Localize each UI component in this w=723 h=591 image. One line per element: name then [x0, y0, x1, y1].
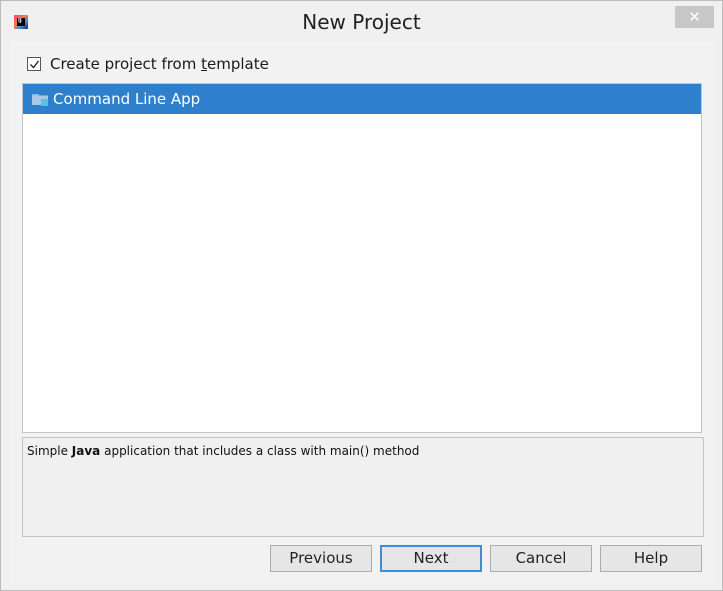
new-project-dialog: IJ New Project ✕ Create project from tem…	[0, 0, 723, 591]
checkmark-icon	[30, 60, 40, 69]
list-item-label: Command Line App	[53, 90, 201, 108]
next-button[interactable]: Next	[380, 545, 482, 572]
list-item-command-line-app[interactable]: Command Line App	[23, 84, 701, 114]
template-description: Simple Java application that includes a …	[22, 437, 704, 537]
cancel-button[interactable]: Cancel	[490, 545, 592, 572]
previous-button[interactable]: Previous	[270, 545, 372, 572]
title-bar: IJ New Project ✕	[1, 1, 722, 41]
close-button[interactable]: ✕	[675, 6, 714, 28]
create-from-template-checkbox[interactable]	[27, 57, 41, 71]
dialog-title: New Project	[302, 10, 421, 34]
dialog-content: Create project from template Command Lin…	[9, 41, 714, 584]
folder-icon	[31, 91, 49, 107]
help-button[interactable]: Help	[600, 545, 702, 572]
create-from-template-option[interactable]: Create project from template	[27, 54, 269, 74]
button-bar: Previous Next Cancel Help	[9, 545, 714, 575]
create-from-template-label: Create project from template	[50, 55, 269, 73]
template-list[interactable]: Command Line App	[22, 83, 702, 433]
